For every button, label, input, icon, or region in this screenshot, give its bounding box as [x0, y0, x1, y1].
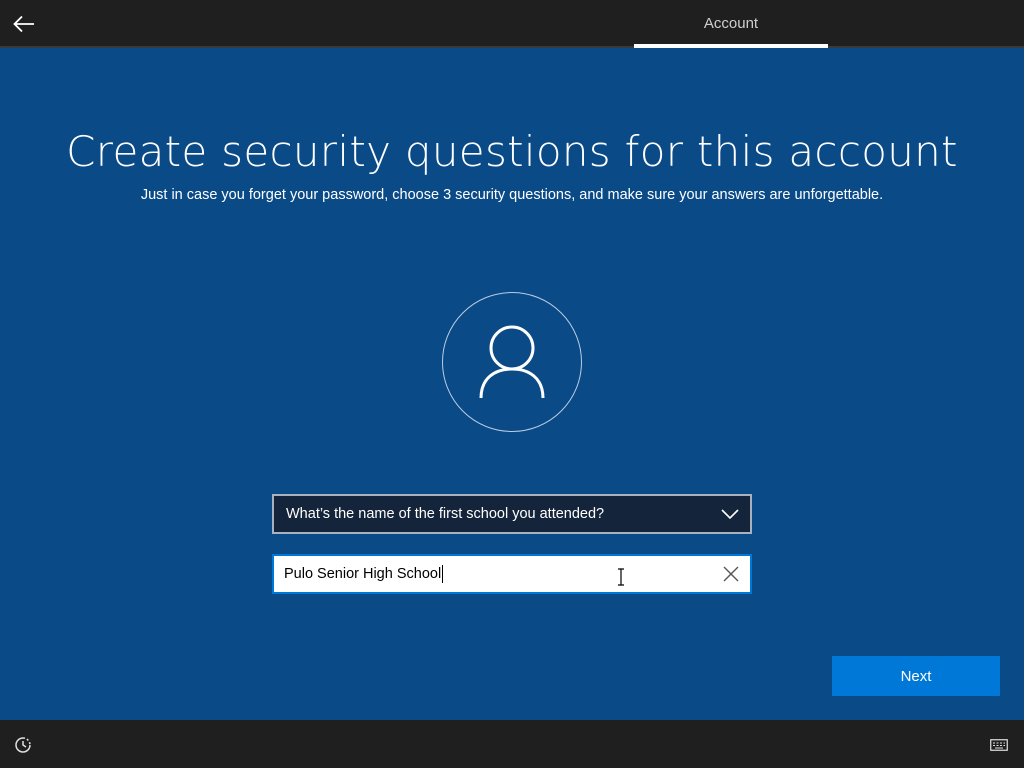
avatar [442, 292, 582, 432]
close-icon [723, 566, 739, 582]
keyboard-icon [990, 739, 1008, 751]
tab-account-underline [634, 44, 828, 48]
back-button[interactable] [8, 8, 40, 40]
page-title: Create security questions for this accou… [66, 127, 958, 176]
security-answer-value: Pulo Senior High School [284, 565, 444, 583]
oobe-window: Account Create security questions for th… [0, 0, 1024, 768]
chevron-down-icon [720, 504, 740, 524]
security-question-selected: What’s the name of the first school you … [286, 506, 605, 522]
on-screen-keyboard-button[interactable] [986, 734, 1012, 756]
arrow-left-icon [13, 15, 34, 33]
tab-account[interactable]: Account [634, 0, 828, 46]
ease-of-access-icon [15, 737, 31, 753]
security-answer-field[interactable]: Pulo Senior High School [272, 554, 752, 594]
security-answer-input[interactable]: Pulo Senior High School [274, 559, 716, 589]
bottom-bar [0, 720, 1024, 768]
page-subtitle: Just in case you forget your password, c… [140, 187, 884, 203]
top-bar: Account [0, 0, 1024, 48]
ease-of-access-button[interactable] [12, 734, 34, 756]
text-cursor-icon [618, 568, 624, 586]
user-icon [479, 325, 545, 399]
clear-answer-button[interactable] [716, 559, 746, 589]
security-question-dropdown[interactable]: What’s the name of the first school you … [272, 494, 752, 534]
next-button[interactable]: Next [832, 656, 1000, 696]
next-button-label: Next [900, 667, 932, 685]
tab-account-label: Account [703, 14, 759, 32]
